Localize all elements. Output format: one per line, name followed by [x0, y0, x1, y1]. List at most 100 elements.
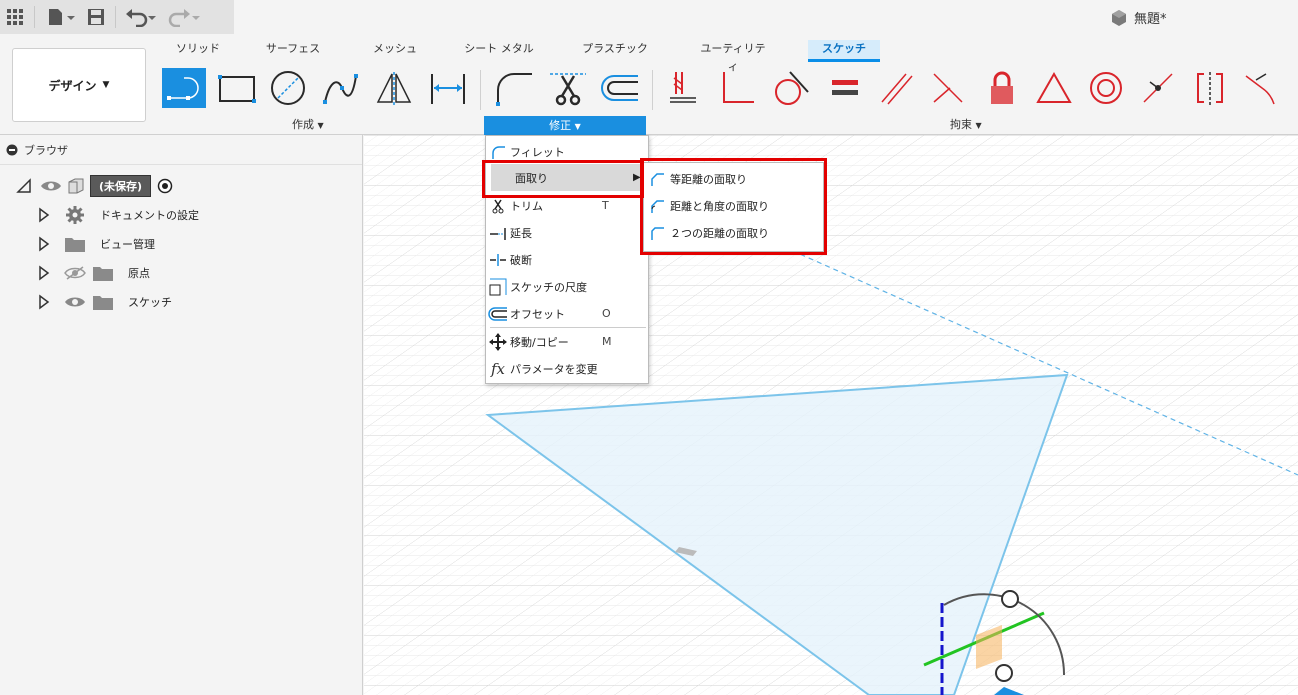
menu-item-label: 移動/コピー	[510, 335, 569, 349]
file-menu-icon[interactable]	[39, 2, 81, 32]
browser-item-document-settings[interactable]: ドキュメントの設定	[0, 202, 199, 228]
symmetry-icon	[1197, 72, 1223, 106]
triangle-expanded-icon[interactable]	[16, 178, 32, 194]
tab-surface[interactable]: サーフェス	[262, 40, 324, 62]
activate-radio-icon[interactable]	[157, 178, 173, 194]
folder-icon	[65, 238, 85, 252]
perpendicular-icon	[723, 72, 754, 103]
rectangle-icon	[218, 75, 256, 103]
concentric-constraint-button[interactable]	[1084, 68, 1128, 108]
spline-tool-button[interactable]	[318, 68, 362, 108]
offset-tool-button[interactable]	[598, 68, 642, 108]
menu-item-break[interactable]: 破断	[486, 246, 648, 273]
eye-icon[interactable]	[40, 178, 62, 194]
rectangle-tool-button[interactable]	[214, 68, 258, 108]
workspace-switcher-button[interactable]: デザイン ▼	[12, 48, 146, 122]
menu-item-move-copy[interactable]: 移動/コピー M	[486, 328, 648, 355]
equal-constraint-button[interactable]	[822, 68, 866, 108]
fx-icon: fx	[490, 359, 505, 378]
browser-item-label: ドキュメントの設定	[100, 209, 199, 222]
tab-plastic[interactable]: プラスチック	[580, 40, 650, 62]
separator	[115, 6, 116, 28]
circle-tool-button[interactable]	[266, 68, 310, 108]
chevron-down-icon: ▼	[317, 121, 324, 130]
highlight-box-chamfer-submenu	[640, 158, 827, 255]
scale-icon	[486, 278, 510, 296]
perpendicular-constraint-button[interactable]	[714, 68, 758, 108]
folder-icon	[93, 296, 113, 310]
mirror-icon	[376, 72, 412, 106]
browser-item-label: ビュー管理	[100, 238, 155, 251]
tab-sketch[interactable]: スケッチ	[808, 40, 880, 62]
browser-header[interactable]: ブラウザ	[0, 135, 362, 165]
mirror-tool-button[interactable]	[372, 68, 416, 108]
ribbon: デザイン ▼ ソリッド サーフェス メッシュ シート メタル プラスチック ユー…	[0, 34, 1298, 136]
parallel-constraint-button[interactable]	[874, 68, 918, 108]
symmetry-constraint-button[interactable]	[1188, 68, 1232, 108]
midpoint-constraint-button[interactable]	[1032, 68, 1076, 108]
offset-icon	[486, 306, 510, 322]
menu-item-extend[interactable]: 延長	[486, 219, 648, 246]
curvature-constraint-button[interactable]	[1240, 68, 1284, 108]
eye-icon[interactable]	[64, 294, 86, 310]
manipulator-handle[interactable]	[1001, 590, 1019, 608]
menu-item-label: 延長	[510, 226, 532, 240]
root-component-label: (未保存)	[90, 175, 152, 197]
extend-icon	[486, 225, 510, 241]
gear-icon	[66, 206, 84, 224]
constraints-group-label[interactable]: 拘束 ▼	[950, 116, 982, 132]
browser-item-label: 原点	[128, 267, 150, 280]
constraints-label: 拘束	[950, 118, 972, 131]
modify-group-label[interactable]: 修正 ▼	[484, 116, 646, 136]
menu-item-change-parameters[interactable]: fx パラメータを変更	[486, 355, 648, 382]
undo-icon[interactable]	[120, 2, 162, 32]
separator	[652, 70, 653, 110]
tab-mesh[interactable]: メッシュ	[368, 40, 422, 62]
line-tool-button[interactable]	[162, 68, 206, 108]
browser-item-sketches[interactable]: スケッチ	[0, 289, 172, 315]
chevron-down-icon: ▼	[102, 80, 110, 90]
browser-item-origin[interactable]: 原点	[0, 260, 150, 286]
browser-item-label: スケッチ	[128, 296, 172, 309]
expand-arrow-icon[interactable]	[38, 265, 50, 281]
equal-icon	[832, 80, 858, 95]
expand-arrow-icon[interactable]	[38, 294, 50, 310]
collapse-icon[interactable]	[6, 144, 18, 156]
menu-item-label: オフセット	[510, 307, 565, 321]
trim-tool-button[interactable]	[546, 68, 590, 108]
modify-label: 修正	[549, 119, 572, 132]
menu-item-label: フィレット	[510, 145, 565, 159]
fillet-tool-button[interactable]	[492, 68, 536, 108]
tab-sheet-metal[interactable]: シート メタル	[460, 40, 538, 62]
coincident-constraint-button[interactable]	[662, 68, 706, 108]
concentric-icon	[1090, 72, 1122, 104]
app-grid-icon[interactable]	[0, 2, 30, 32]
menu-item-label: スケッチの尺度	[510, 280, 587, 294]
collinear-constraint-button[interactable]	[926, 68, 970, 108]
midpoint-point-constraint-button[interactable]	[1136, 68, 1180, 108]
tangent-constraint-button[interactable]	[768, 68, 812, 108]
save-icon[interactable]	[81, 2, 111, 32]
expand-arrow-icon[interactable]	[38, 207, 50, 223]
tab-solid[interactable]: ソリッド	[170, 40, 226, 62]
component-box-icon	[68, 178, 84, 194]
menu-item-offset[interactable]: オフセット O	[486, 300, 648, 327]
redo-icon[interactable]	[162, 2, 204, 32]
document-title: 無題*	[1110, 8, 1167, 27]
tab-utility[interactable]: ユーティリティ	[696, 40, 770, 73]
create-group-label[interactable]: 作成 ▼	[292, 116, 324, 132]
browser-root-row[interactable]: (未保存)	[0, 173, 173, 199]
curvature-icon	[1245, 73, 1275, 105]
manipulator-handle[interactable]	[995, 664, 1013, 682]
parallel-icon	[881, 73, 913, 105]
fillet-icon	[496, 73, 532, 106]
eye-hidden-icon[interactable]	[64, 265, 86, 281]
shortcut-label: M	[602, 335, 612, 348]
dimension-tool-button[interactable]	[426, 68, 470, 108]
expand-arrow-icon[interactable]	[38, 236, 50, 252]
menu-item-sketch-scale[interactable]: スケッチの尺度	[486, 273, 648, 300]
fix-constraint-button[interactable]	[980, 68, 1024, 108]
menu-item-label: パラメータを変更	[510, 362, 598, 376]
browser-item-named-views[interactable]: ビュー管理	[0, 231, 155, 257]
scissors-icon	[550, 73, 586, 106]
